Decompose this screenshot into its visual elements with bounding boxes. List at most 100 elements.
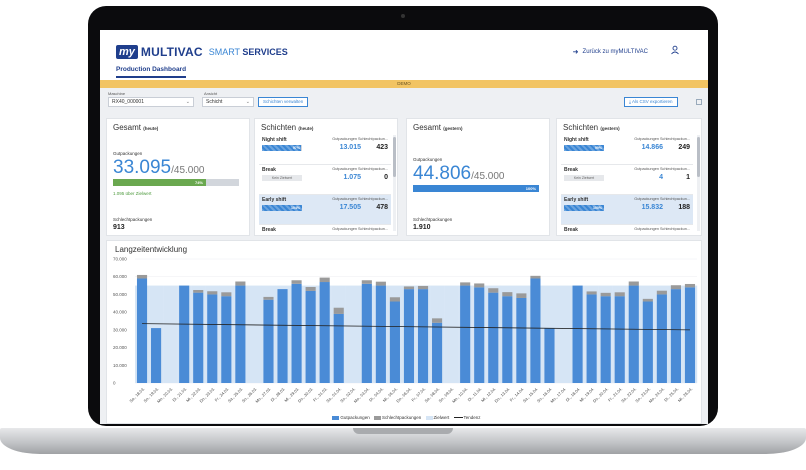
x-tick-label: Do., 13.04. [493, 386, 510, 403]
shift-scrap-value: 249 [678, 144, 690, 151]
shift-row[interactable]: Break Gutpackungen Schlechtpackun... [561, 225, 693, 233]
scrap-bar [319, 277, 330, 283]
shift-scrap-value: 188 [678, 204, 690, 211]
export-csv-button[interactable]: ⤓ Als CSV exportieren [624, 97, 678, 107]
good-bar [193, 292, 204, 383]
target-bar [163, 285, 178, 383]
y-tick-label: 60.000 [113, 274, 127, 279]
legend-swatch-trend [453, 417, 463, 419]
scrap-bar [193, 290, 204, 293]
card-title-text: Gesamt [113, 123, 142, 132]
shift-columns: Gutpackungen Schlechtpackun... [332, 167, 388, 171]
good-bar [474, 287, 485, 383]
good-bar [502, 296, 513, 383]
good-packs-label: Gutpackungen [413, 157, 443, 162]
shift-list: Night shift Gutpackungen Schlechtpackun..… [561, 135, 693, 233]
y-tick-label: 70.000 [113, 257, 127, 262]
good-bar [432, 322, 443, 383]
target-bar [556, 285, 571, 383]
good-bar [361, 283, 372, 383]
card-title-text: Schichten [563, 123, 599, 132]
card-title-suffix: (gestern) [443, 126, 463, 131]
logo-name: MULTIVAC [140, 45, 203, 59]
scrap-packs-label: Schlechtpackungen [113, 217, 153, 222]
shift-progress-bar: 97% [262, 145, 302, 151]
legend-trend[interactable]: Tendenz [464, 415, 481, 420]
shift-row[interactable]: Break Gutpackungen Schlechtpackun... [259, 225, 391, 233]
card-title-text: Gesamt [413, 123, 442, 132]
scrap-bar [333, 307, 344, 314]
chart-legend: Gutpackungen Schlechtpackungen Zielwert … [107, 415, 703, 420]
fullscreen-icon[interactable] [696, 99, 702, 105]
camera [401, 14, 405, 18]
good-bar [530, 278, 541, 383]
shift-progress-bar: 99% [564, 145, 604, 151]
good-bar [544, 328, 555, 383]
arrow-right-icon: ➜ [572, 49, 579, 56]
col-scrap-label: Schlechtpackun... [660, 167, 690, 171]
col-good-label: Gutpackungen [634, 167, 659, 171]
good-packs-number: 33.095 [113, 157, 172, 178]
scrap-bar [502, 292, 513, 297]
shift-good-value: 14.866 [641, 144, 663, 151]
shift-columns: Gutpackungen Schlechtpackun... [332, 197, 388, 201]
card-title-suffix: (heute) [298, 126, 314, 131]
good-bar [628, 285, 639, 383]
scrap-bar [530, 275, 541, 279]
y-tick-label: 50.000 [113, 292, 127, 297]
col-scrap-label: Schlechtpackun... [358, 197, 388, 201]
shift-row[interactable]: Break Gutpackungen Schlechtpackun... Kein … [259, 165, 391, 195]
scrollbar-thumb[interactable] [393, 137, 396, 177]
user-icon[interactable] [670, 45, 680, 55]
x-tick-label: Do., 23.03. [198, 386, 215, 403]
tab-production-dashboard[interactable]: Production Dashboard [116, 66, 187, 78]
manage-shifts-button[interactable]: Schichten verwalten [258, 97, 309, 107]
machine-select[interactable]: RX40_000001 ⌄ [108, 97, 194, 107]
col-scrap-label: Schlechtpackun... [358, 227, 388, 231]
good-bar [572, 285, 583, 383]
laptop-notch [353, 428, 453, 434]
scrap-packs-label: Schlechtpackungen [413, 217, 453, 222]
scrap-bar [670, 285, 681, 290]
card-title: Gesamt (gestern) [413, 123, 463, 132]
view-select[interactable]: Schicht ⌄ [202, 97, 254, 107]
good-packs-value: 44.806/45.000 [413, 163, 505, 185]
above-target-note: 1.095 über Zielwert [113, 191, 152, 196]
shift-row[interactable]: Break Gutpackungen Schlechtpackun... Kein … [561, 165, 693, 195]
machine-label: Maschine [108, 91, 126, 96]
shift-columns: Gutpackungen Schlechtpackun... [332, 227, 388, 231]
card-shifts-today: Schichten (heute) Night shift Gutpackunge… [254, 118, 398, 236]
good-bar [375, 285, 386, 383]
col-good-label: Gutpackungen [634, 197, 659, 201]
card-title-suffix: (heute) [143, 126, 159, 131]
scrap-bar [474, 283, 485, 288]
logo-smart-services: SMART SERVICES [209, 47, 288, 57]
export-csv-label: Als CSV exportieren [632, 99, 673, 104]
legend-good[interactable]: Gutpackungen [340, 415, 369, 420]
shift-columns: Gutpackungen Schlechtpackun... [634, 227, 690, 231]
legend-swatch-target [425, 415, 433, 420]
legend-swatch-scrap [373, 415, 381, 420]
logo[interactable]: my MULTIVAC SMART SERVICES [116, 44, 288, 60]
good-bar [600, 296, 611, 383]
shift-row[interactable]: Early shift Gutpackungen Schlechtpackun..… [561, 195, 693, 225]
card-title: Schichten (gestern) [563, 123, 620, 132]
no-target-tag: Kein Zielwert [564, 175, 604, 181]
scrollbar-thumb[interactable] [697, 137, 700, 177]
legend-scrap[interactable]: Schlechtpackungen [382, 415, 421, 420]
back-link-label: Zurück zu myMULTIVAC [582, 49, 648, 55]
scrap-bar [628, 281, 639, 286]
shift-row[interactable]: Night shift Gutpackungen Schlechtpackun..… [259, 135, 391, 165]
no-target-tag: Kein Zielwert [262, 175, 302, 181]
good-bar [291, 283, 302, 383]
legend-target[interactable]: Zielwert [434, 415, 450, 420]
back-to-mymultivac-link[interactable]: ➜ Zurück zu myMULTIVAC [573, 48, 648, 56]
scrap-bar [235, 281, 246, 286]
shift-progress-bar: 100% [564, 205, 604, 211]
chevron-down-icon: ⌄ [185, 99, 190, 105]
shift-row[interactable]: Early shift Gutpackungen Schlechtpackun..… [259, 195, 391, 225]
x-tick-label: Do., 30.03. [297, 386, 314, 403]
scrap-bar [361, 280, 372, 284]
progress-bar-today: 74% [113, 179, 239, 186]
shift-row[interactable]: Night shift Gutpackungen Schlechtpackun..… [561, 135, 693, 165]
